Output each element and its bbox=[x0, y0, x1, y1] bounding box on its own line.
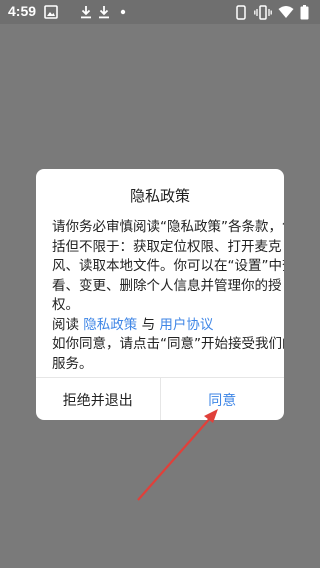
annotation-arrow-icon bbox=[137, 409, 218, 501]
